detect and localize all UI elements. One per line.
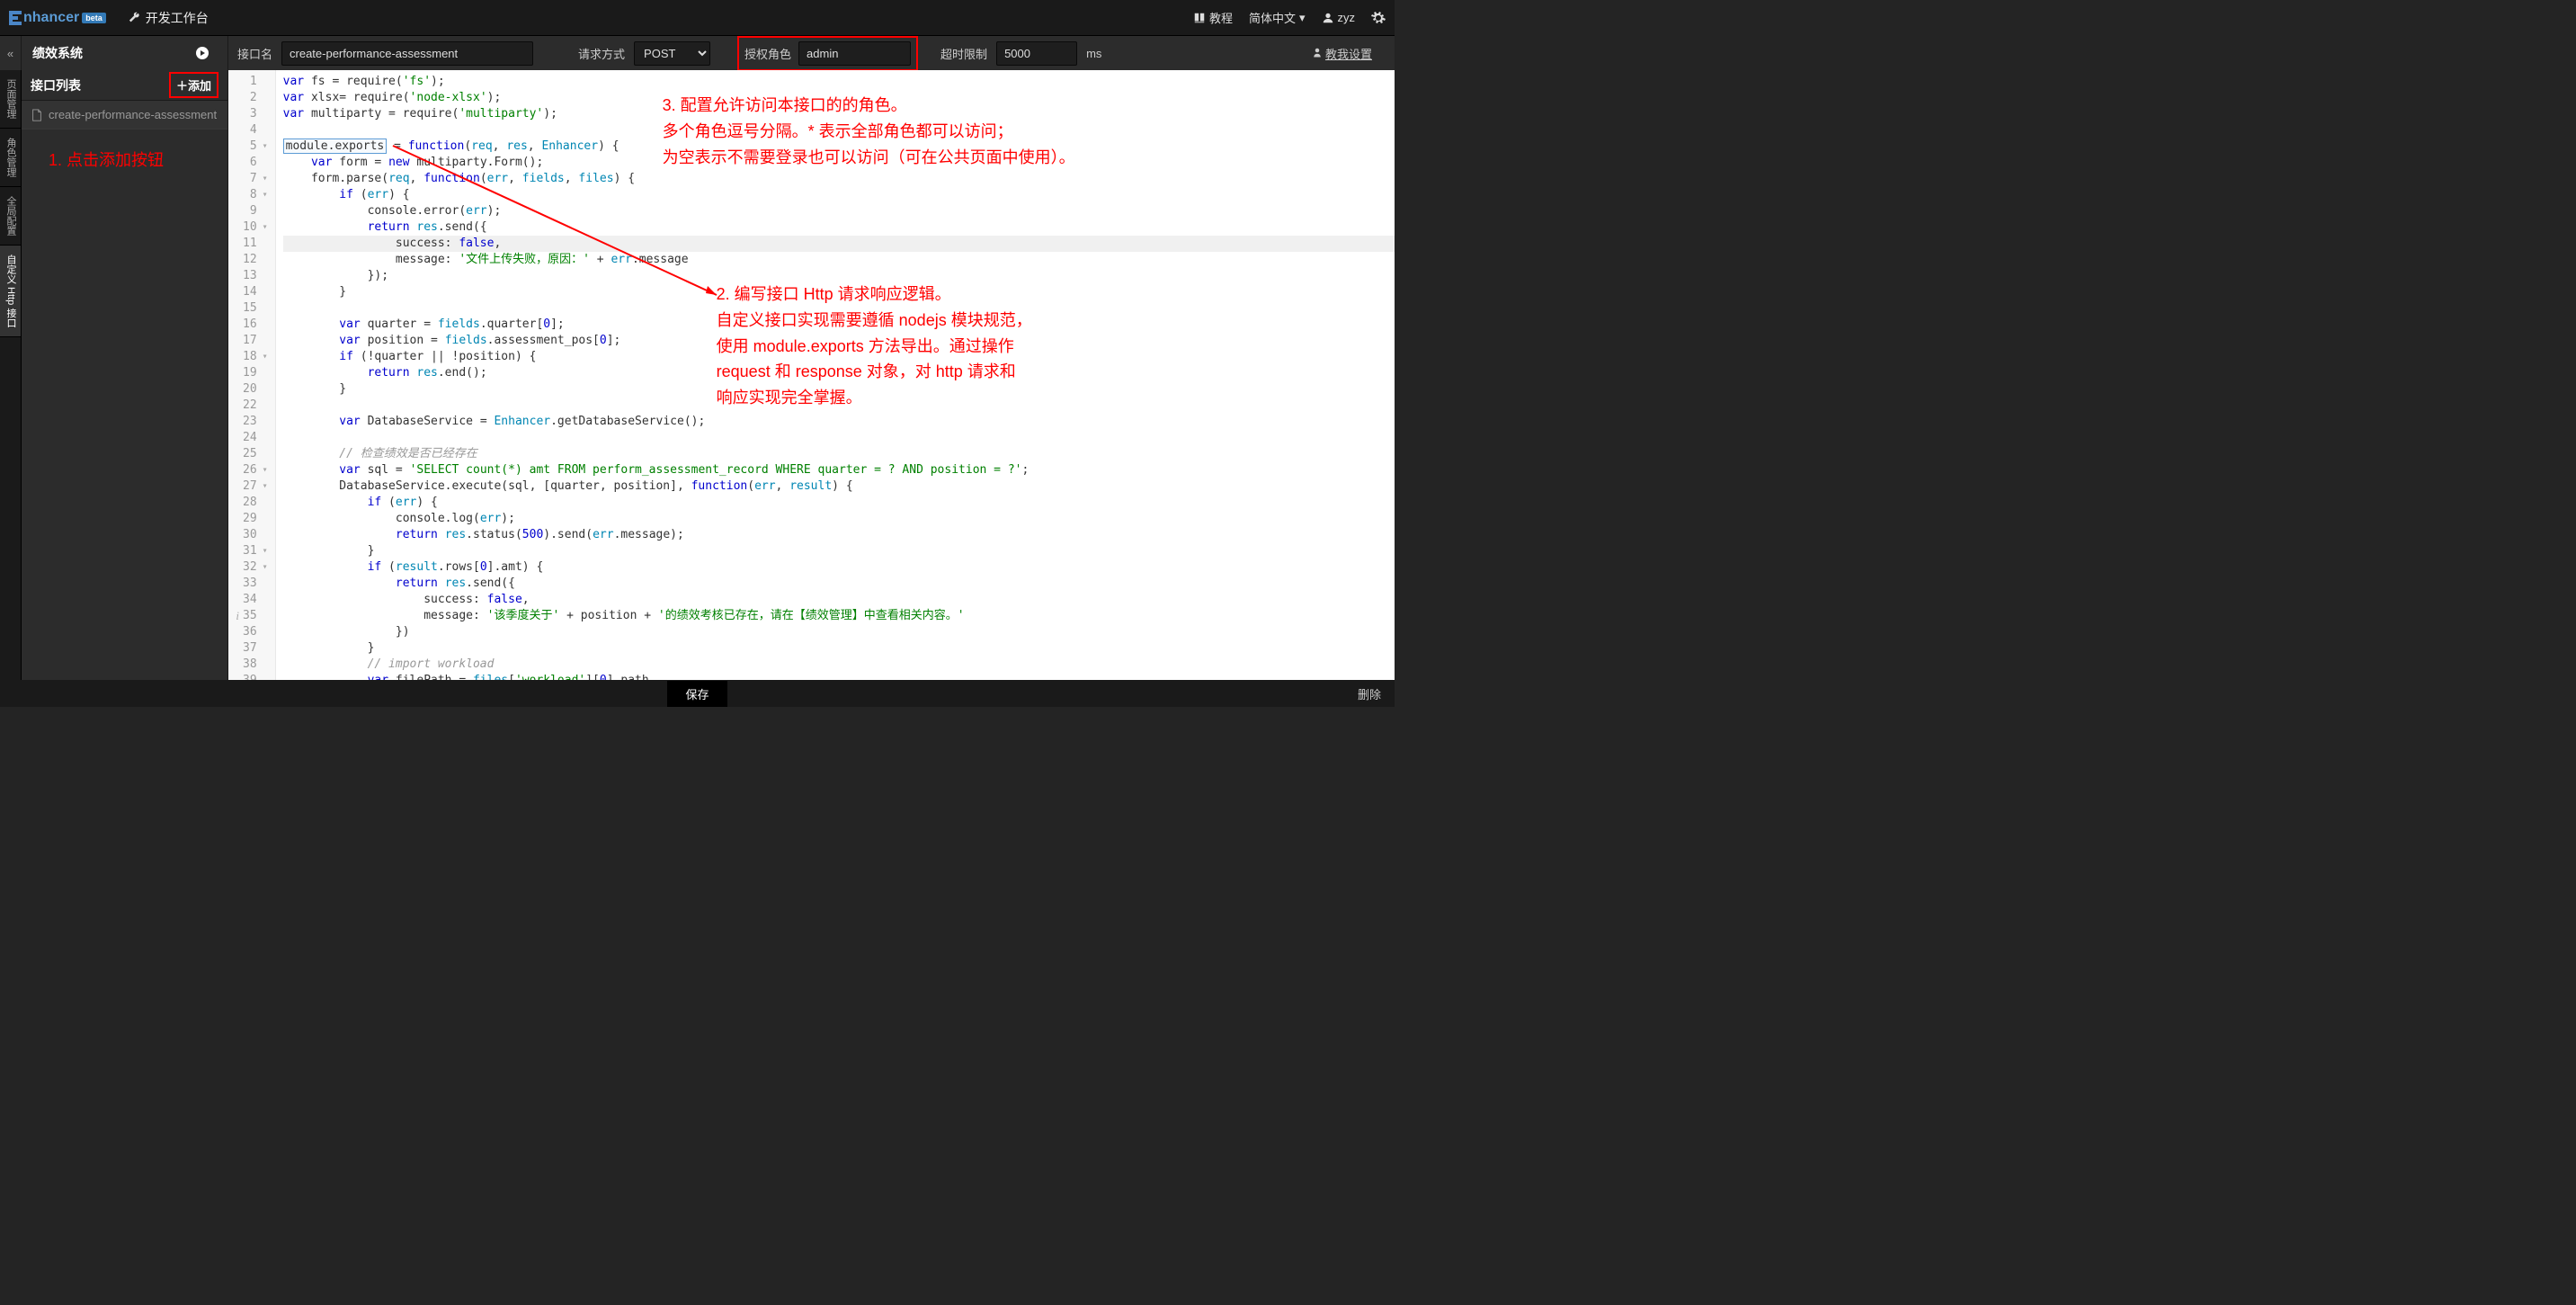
method-label: 请求方式: [578, 45, 625, 62]
project-name-label: 绩效系统: [32, 44, 83, 62]
beta-badge: beta: [82, 13, 106, 23]
sidebar-collapse-button[interactable]: «: [0, 36, 22, 70]
vtab-custom-http[interactable]: 自定义 Http 接口: [0, 246, 21, 337]
sidebar-item-api[interactable]: create-performance-assessment: [22, 101, 227, 130]
sidebar-header: 接口列表 ＋ 添加: [22, 70, 227, 101]
code-editor[interactable]: 12345▾67▾8▾910▾1112131415161718▾19202223…: [228, 70, 1395, 680]
teach-label: 教我设置: [1325, 45, 1372, 62]
timeout-unit: ms: [1086, 47, 1101, 60]
annotation-1: 1. 点击添加按钮: [49, 147, 254, 174]
language-dropdown[interactable]: 简体中文 ▾: [1249, 9, 1306, 26]
user-icon: [1322, 12, 1334, 24]
delete-label: 删除: [1358, 688, 1381, 702]
vtab-global-config[interactable]: 全局配置: [0, 187, 21, 246]
delete-button[interactable]: 删除: [1358, 685, 1381, 702]
app-logo[interactable]: nhancer beta: [9, 10, 106, 26]
sidebar-item-label: create-performance-assessment: [49, 108, 217, 121]
workbench-link[interactable]: 开发工作台: [129, 9, 209, 27]
person-icon: [1312, 48, 1323, 58]
wrench-icon: [129, 12, 141, 24]
save-label: 保存: [685, 688, 709, 702]
tutorial-label: 教程: [1209, 9, 1233, 26]
workbench-label: 开发工作台: [146, 9, 209, 27]
vtab-role-management[interactable]: 角色管理: [0, 129, 21, 187]
user-menu[interactable]: zyz: [1322, 11, 1356, 24]
language-label: 简体中文: [1249, 9, 1296, 26]
add-label: 添加: [188, 76, 211, 94]
settings-button[interactable]: [1371, 11, 1386, 25]
teach-link[interactable]: 教我设置: [1312, 45, 1372, 62]
api-name-input[interactable]: [281, 41, 533, 66]
timeout-input[interactable]: [996, 41, 1077, 66]
api-name-label: 接口名: [237, 45, 272, 62]
editor-gutter: 12345▾67▾8▾910▾1112131415161718▾19202223…: [228, 70, 276, 680]
user-label: zyz: [1338, 11, 1356, 24]
save-button[interactable]: 保存: [667, 681, 726, 707]
add-button[interactable]: ＋ 添加: [169, 72, 218, 98]
file-icon: [31, 109, 43, 121]
plus-icon: ＋: [176, 76, 188, 94]
timeout-label: 超时限制: [940, 45, 987, 62]
book-icon: [1193, 12, 1206, 24]
editor-lines[interactable]: 3. 配置允许访问本接口的的角色。 多个角色逗号分隔。* 表示全部角色都可以访问…: [276, 70, 1395, 680]
project-name: 绩效系统: [22, 36, 228, 70]
gear-icon: [1371, 11, 1386, 25]
method-select[interactable]: POST: [634, 41, 710, 66]
role-label: 授权角色: [744, 45, 791, 62]
tutorial-link[interactable]: 教程: [1193, 9, 1233, 26]
caret-down-icon: ▾: [1299, 11, 1306, 25]
sidebar-title: 接口列表: [31, 76, 81, 94]
chevron-left-icon: «: [7, 47, 13, 60]
logo-text: nhancer: [23, 10, 79, 26]
vtab-page-management[interactable]: 页面管理: [0, 70, 21, 129]
role-input[interactable]: [798, 41, 911, 66]
play-icon[interactable]: [195, 46, 209, 60]
